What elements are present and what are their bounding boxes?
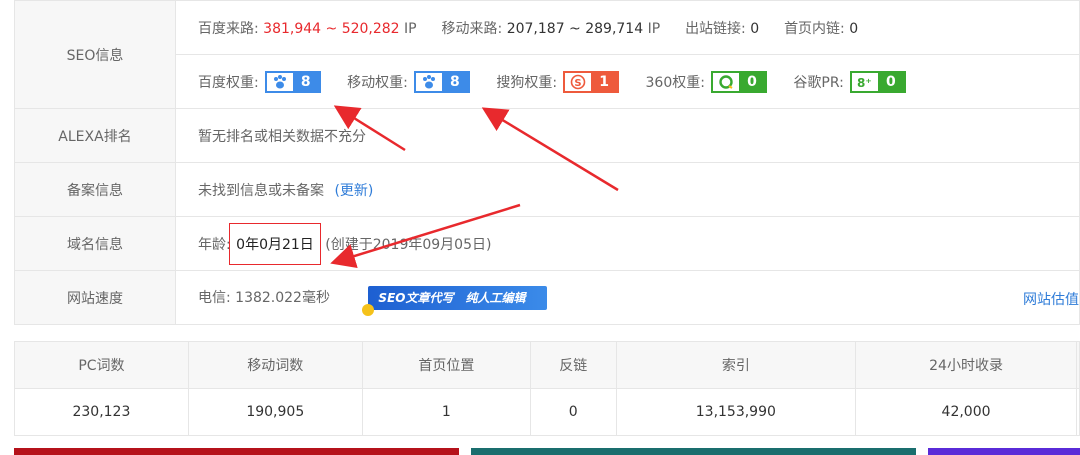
domain-age-value: 0年0月21日 — [229, 222, 321, 265]
google-pr-value: 0 — [877, 72, 904, 91]
domain-created: (创建于2019年09月05日) — [325, 236, 492, 253]
paw-icon — [266, 72, 293, 91]
svg-text:S: S — [574, 78, 581, 89]
baidu-weight[interactable]: 百度权重: 8 — [198, 70, 321, 93]
360-weight-badge[interactable]: 0 — [710, 70, 767, 93]
google-plus-icon: 8⁺ — [851, 72, 878, 91]
stats-mobile-words: 190,905 — [187, 388, 363, 436]
google-pr[interactable]: 谷歌PR: 8⁺ 0 — [793, 70, 906, 93]
google-pr-badge[interactable]: 8⁺ 0 — [849, 70, 906, 93]
banner-red[interactable] — [14, 448, 459, 455]
stats-extra — [1075, 388, 1080, 436]
icp-label: 备案信息 — [14, 162, 176, 217]
ip-unit: IP — [404, 20, 417, 37]
stats-backlinks: 0 — [529, 388, 617, 436]
banner-teal[interactable] — [471, 448, 916, 455]
mobile-traffic-value: 207,187 ~ 289,714 — [506, 20, 644, 37]
paw-icon — [415, 72, 442, 91]
outbound-links-value: 0 — [750, 20, 760, 37]
icp-refresh-link[interactable]: (更新) — [334, 183, 373, 199]
360-weight-value: 0 — [738, 72, 765, 91]
baidu-traffic-value: 381,944 ~ 520,282 — [263, 20, 400, 37]
360-weight[interactable]: 360权重: 0 — [645, 70, 767, 93]
ip-unit: IP — [647, 20, 661, 37]
mobile-weight-value: 8 — [441, 72, 468, 91]
bottom-banner-strip — [14, 448, 1080, 455]
stats-header-pc-words: PC词数 — [14, 341, 189, 389]
stats-homepage-position: 1 — [361, 388, 531, 436]
traffic-row: 百度来路: 381,944 ~ 520,282 IP 移动来路: 207,187… — [175, 0, 1080, 55]
homepage-links-value: 0 — [849, 20, 859, 37]
seo-info-table: SEO信息 百度来路: 381,944 ~ 520,282 IP 移动来路: 2… — [14, 0, 1080, 325]
stats-header-homepage-position: 首页位置 — [361, 341, 531, 389]
banner-purple[interactable] — [928, 448, 1080, 455]
ad-text-1: SEO文章代写 — [378, 291, 454, 305]
stats-header-index: 索引 — [615, 341, 857, 389]
mobile-weight[interactable]: 移动权重: 8 — [347, 70, 470, 93]
homepage-links-label: 首页内链: — [784, 20, 845, 37]
icp-row: 未找到信息或未备案 (更新) — [175, 162, 1080, 217]
speed-row: 电信: 1382.022毫秒 SEO文章代写 纯人工编辑 网站估值 — [175, 270, 1080, 325]
weights-row: 百度权重: 8 移动权重: 8 搜狗权重: S 1 360权重: 0 谷歌PR:… — [175, 54, 1080, 109]
domain-label: 域名信息 — [14, 216, 176, 271]
sogou-weight-badge[interactable]: S 1 — [563, 70, 620, 93]
stats-header-backlinks: 反链 — [529, 341, 617, 389]
mobile-weight-label: 移动权重: — [347, 74, 408, 91]
domain-age-label: 年龄: — [198, 236, 231, 253]
sogou-weight[interactable]: 搜狗权重: S 1 — [496, 70, 620, 93]
outbound-links-label: 出站链接: — [685, 20, 746, 37]
stats-header-24h-indexed: 24小时收录 — [855, 341, 1077, 389]
google-pr-label: 谷歌PR: — [793, 74, 844, 91]
baidu-weight-value: 8 — [292, 72, 319, 91]
stats-header-extra — [1075, 341, 1080, 389]
alexa-value: 暂无排名或相关数据不充分 — [175, 108, 1080, 163]
icp-value: 未找到信息或未备案 — [198, 182, 324, 199]
speed-label: 网站速度 — [14, 270, 176, 325]
seo-writing-ad-banner[interactable]: SEO文章代写 纯人工编辑 — [362, 285, 548, 316]
stats-index: 13,153,990 — [615, 388, 857, 436]
ad-dot-icon — [362, 303, 375, 316]
ad-text-2: 纯人工编辑 — [465, 291, 526, 305]
stats-table: PC词数 移动词数 首页位置 反链 索引 24小时收录 230,123 190,… — [14, 341, 1080, 436]
sogou-weight-value: 1 — [591, 72, 618, 91]
360-icon — [712, 72, 739, 91]
mobile-weight-badge[interactable]: 8 — [413, 70, 470, 93]
alexa-label: ALEXA排名 — [14, 108, 176, 163]
baidu-weight-badge[interactable]: 8 — [264, 70, 321, 93]
360-weight-label: 360权重: — [645, 74, 705, 91]
seo-label: SEO信息 — [14, 0, 176, 109]
baidu-traffic-label: 百度来路: — [198, 20, 259, 37]
stats-header-mobile-words: 移动词数 — [187, 341, 363, 389]
baidu-weight-label: 百度权重: — [198, 74, 259, 91]
stats-pc-words: 230,123 — [14, 388, 189, 436]
domain-row: 年龄: 0年0月21日 (创建于2019年09月05日) — [175, 216, 1080, 271]
mobile-traffic-label: 移动来路: — [441, 20, 503, 37]
speed-value: 电信: 1382.022毫秒 — [198, 289, 330, 306]
site-valuation-link[interactable]: 网站估值 — [1023, 289, 1079, 309]
sogou-weight-label: 搜狗权重: — [496, 74, 558, 91]
svg-text:8⁺: 8⁺ — [857, 76, 872, 90]
stats-24h-indexed: 42,000 — [855, 388, 1077, 436]
sogou-icon: S — [565, 72, 592, 91]
